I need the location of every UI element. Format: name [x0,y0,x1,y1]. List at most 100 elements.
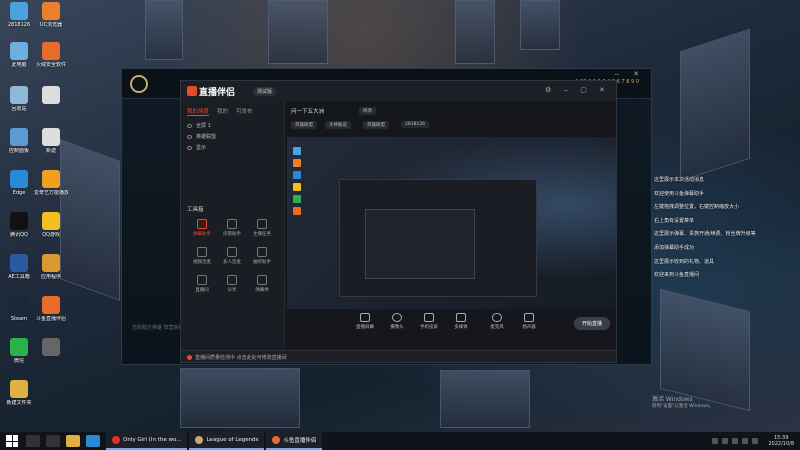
tray-icon[interactable] [722,438,729,444]
desktop-icon-label: 控制面板 [8,148,29,154]
taskbar-app[interactable]: 斗鱼直播伴侣 [266,432,323,450]
desktop-icon[interactable]: QQ游戏 [34,212,68,238]
stream-title[interactable]: 问一下五大洲 [291,107,324,115]
danmaku-line: 这里展示收到的礼物、道具 [654,258,715,265]
streaming-app-window[interactable]: 直播伴侣 测试版 ⚙ ‒ ▢ ✕ 我的场景 我的 可发布 全屏 1 英雄联盟 显… [180,80,617,363]
scene-item[interactable]: 显示 [181,142,284,153]
app-icon [42,254,60,272]
desktop-icon[interactable]: 微信 [2,338,36,364]
desktop-icon-label: Steam [10,316,28,322]
desktop-icon[interactable] [34,338,68,358]
microphone-button[interactable]: 麦克风 [481,313,513,330]
stream-preview[interactable] [287,137,616,309]
button-label: 直播屏幕 [356,325,374,330]
tool-button[interactable]: 分享 [217,275,247,293]
phone-cast-button[interactable]: 手机投屏 [413,313,445,330]
desktop-icon[interactable]: AE工具箱 [2,254,36,280]
edge-icon[interactable] [86,435,100,447]
play-icon [456,313,466,322]
desktop-icon[interactable]: Edge [2,170,36,196]
file-explorer-icon[interactable] [66,435,80,447]
tool-label: 多人连麦 [223,260,241,265]
desktop-icon[interactable]: 应用程序 [34,254,68,280]
tool-icon [197,219,207,229]
media-button[interactable]: 多媒体 [445,313,477,330]
building [268,0,328,64]
desktop-icon[interactable]: 控制面板 [2,128,36,154]
app-icon [42,338,60,356]
tool-button[interactable]: 房管助手 [217,219,247,237]
taskbar-app[interactable]: Only Girl (In the wo... [106,432,188,450]
window-controls[interactable]: ⚙ ‒ ▢ ✕ [545,86,610,94]
toolbox-grid: 弹幕助手 房管助手 主播任务视频连麦 多人连麦 抽奖助手直播间 分享 弹幕秀 [187,219,281,293]
desktop-icon-label: 斗鱼直播伴侣 [35,316,66,322]
app-logo-icon [187,86,197,96]
tool-button[interactable]: 直播间 [187,275,217,293]
speaker-button[interactable]: 扬声器 [513,313,545,330]
taskbar-app[interactable]: League of Legends [189,432,265,450]
ime-icon[interactable] [752,438,759,444]
desktop-icon[interactable]: 新建文件夹 [2,380,36,406]
edit-title-button[interactable]: 修改 [359,107,376,115]
desktop-icon[interactable]: Steam [2,296,36,322]
desktop-icon[interactable]: 2818126 [2,2,36,28]
desktop-icon[interactable]: 腾讯QQ [2,212,36,238]
toolbox-title: 工具箱 [187,207,204,213]
desktop-icon[interactable]: 回收站 [2,86,36,112]
network-icon[interactable] [732,438,739,444]
tab-my-scenes[interactable]: 我的场景 [187,107,210,116]
building [440,370,530,428]
tool-button[interactable]: 弹幕秀 [247,275,277,293]
tool-button[interactable]: 弹幕助手 [187,219,217,237]
start-stream-button[interactable]: 开始直播 [573,317,610,330]
scene-item[interactable]: 英雄联盟 [181,131,284,142]
tool-button[interactable]: 视频连麦 [187,247,217,265]
desktop-icon[interactable]: 斗鱼直播伴侣 [34,296,68,322]
desktop-icon[interactable]: UC浏览器 [34,2,68,28]
desktop-icon-label: 爱奇艺万能播放器 [34,190,68,196]
tool-label: 弹幕助手 [193,232,211,237]
desktop-icon[interactable]: 此电脑 [2,42,36,68]
building [180,368,300,428]
desktop-icon[interactable]: 新建 [34,128,68,154]
screen-capture-button[interactable]: 直播屏幕 [349,313,381,330]
app-name: 直播伴侣 [199,88,236,98]
search-icon[interactable] [26,435,40,447]
tool-icon [197,275,207,285]
app-logo: 直播伴侣 [187,85,235,98]
app-icon [42,296,60,314]
monitor-icon [360,313,370,322]
clock[interactable]: 15:39 2022/10/8 [768,435,794,447]
start-button[interactable] [6,435,18,447]
desktop-icon[interactable]: 火绒安全软件 [34,42,68,68]
task-view-icon[interactable] [46,435,60,447]
league-logo-icon [130,75,148,93]
tool-button[interactable]: 主播任务 [247,219,277,237]
eye-icon[interactable] [187,145,192,150]
main-panel: 问一下五大洲 修改 英雄联盟 大神解说 英雄联盟 2818126 直播屏幕 摄像… [285,101,618,351]
status-notice[interactable]: 直播间质量检测中 点击此处可修改直播间 [195,355,287,361]
scene-item[interactable]: 全屏 1 [181,120,284,131]
tool-button[interactable]: 多人连麦 [217,247,247,265]
app-icon [42,86,60,104]
eye-icon[interactable] [187,123,192,128]
camera-button[interactable]: 摄像头 [381,313,413,330]
desktop-icon[interactable]: 爱奇艺万能播放器 [34,170,68,196]
preview-icon [293,207,301,215]
volume-icon[interactable] [742,438,749,444]
desktop-icon[interactable] [34,86,68,106]
category-chip[interactable]: 英雄联盟 [291,121,317,129]
app-icon [112,436,120,444]
tab-publishable[interactable]: 可发布 [236,107,253,116]
tool-button[interactable]: 抽奖助手 [247,247,277,265]
eye-icon[interactable] [187,134,192,139]
app-icon [42,42,60,60]
room-chip[interactable]: 英雄联盟 [363,121,389,129]
league-window-controls[interactable]: ‒ ✕ [614,70,645,78]
danmaku-line: 这里展示本次活动消息 [654,177,705,183]
category-chip[interactable]: 大神解说 [325,121,351,129]
desktop-icon-label: 新建文件夹 [6,400,32,406]
scene-label: 英雄联盟 [196,134,217,140]
tray-icon[interactable] [712,438,719,444]
tab-mine[interactable]: 我的 [217,107,228,116]
